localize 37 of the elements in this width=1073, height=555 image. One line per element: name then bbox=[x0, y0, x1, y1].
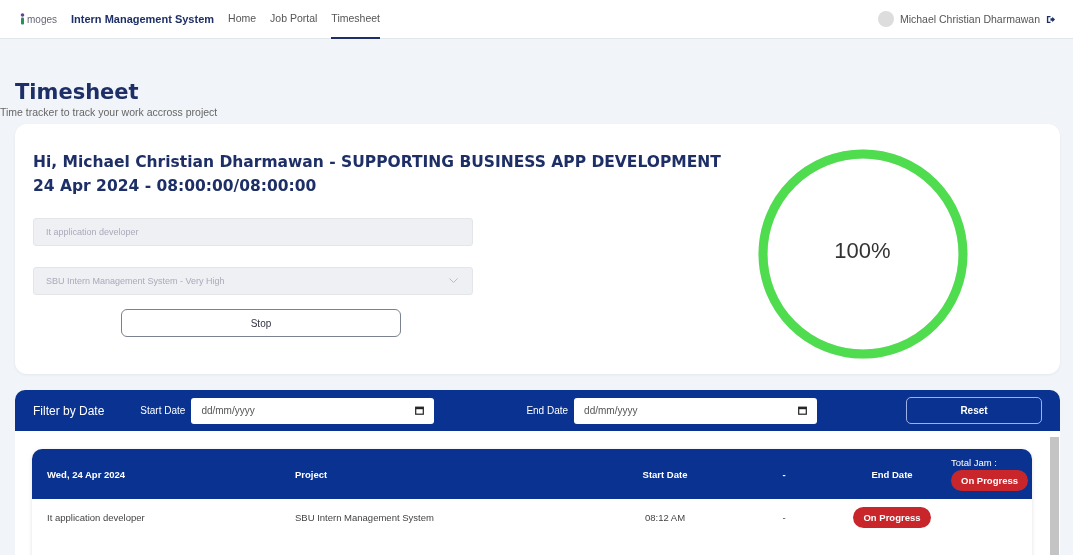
column-header: Wed, 24 Apr 2024 bbox=[47, 468, 126, 480]
start-date-field[interactable]: dd/mm/yyyy bbox=[191, 397, 435, 424]
start-date-label: Start Date bbox=[140, 405, 186, 416]
avatar-icon bbox=[877, 11, 894, 27]
column-header: - bbox=[782, 468, 786, 480]
greeting-heading: Hi, Michael Christian Dharmawan - SUPPORTING BUSINESS APP DEVELOPMENT bbox=[33, 152, 721, 173]
reset-button[interactable]: Reset bbox=[906, 397, 1042, 424]
filter-title: Filter by Date bbox=[33, 403, 105, 418]
progress-reading: 100% bbox=[833, 238, 892, 264]
total-label: Total Jam : bbox=[951, 457, 997, 468]
column-header: Project bbox=[295, 468, 328, 480]
logout-icon[interactable] bbox=[1046, 14, 1055, 24]
column-header: Start Date bbox=[642, 468, 688, 480]
table-cell: 08:12 AM bbox=[644, 511, 686, 523]
end-date-field[interactable]: dd/mm/yyyy bbox=[574, 397, 818, 424]
nav-link[interactable]: Job Portal bbox=[270, 0, 318, 39]
table-cell: It application developer bbox=[47, 511, 145, 523]
scrollbar[interactable] bbox=[1050, 437, 1059, 555]
column-header: End Date bbox=[871, 468, 913, 480]
user-name[interactable]: Michael Christian Dharmawan bbox=[899, 13, 1040, 25]
calendar-icon bbox=[415, 406, 425, 415]
table-cell: - bbox=[782, 511, 786, 523]
brand-logo[interactable]: moges bbox=[20, 13, 57, 25]
status-badge: On Progress bbox=[951, 470, 1029, 491]
chevron-down-icon bbox=[449, 278, 458, 284]
calendar-icon bbox=[798, 406, 808, 415]
page-subtitle: Time tracker to track your work accross project bbox=[0, 106, 219, 118]
nav-link[interactable]: Home bbox=[228, 0, 257, 39]
stop-button[interactable]: Stop bbox=[121, 309, 401, 337]
nav-link[interactable]: Timesheet bbox=[331, 0, 380, 39]
page-title: Timesheet bbox=[15, 79, 140, 104]
logo-icon bbox=[20, 13, 25, 25]
table-cell: SBU Intern Management System bbox=[295, 511, 434, 523]
status-badge: On Progress bbox=[853, 506, 931, 528]
app-title: Intern Management System bbox=[71, 13, 215, 25]
date-time-heading: 24 Apr 2024 - 08:00:00/08:00:00 bbox=[33, 176, 317, 197]
end-date-label: End Date bbox=[526, 405, 569, 416]
